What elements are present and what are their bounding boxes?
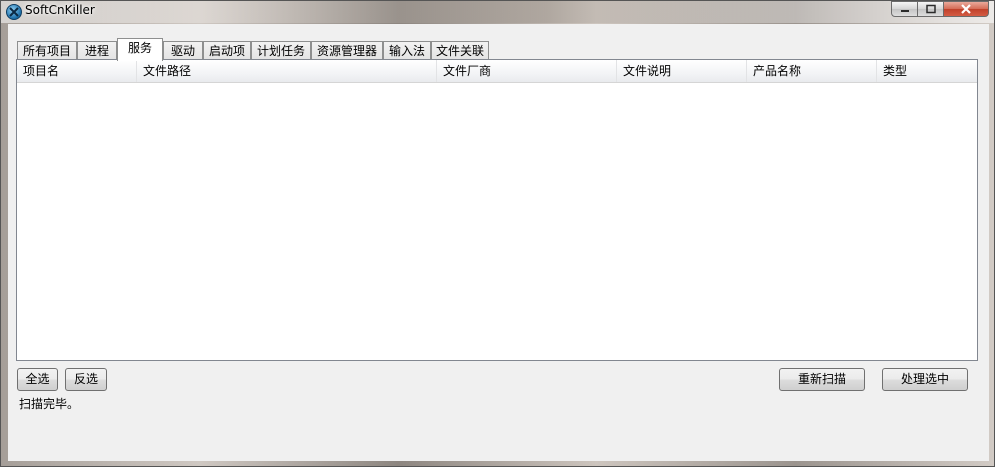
column-header-label: 文件说明	[623, 64, 672, 78]
tab-label: 所有项目	[22, 44, 71, 58]
minimize-icon	[900, 10, 909, 12]
column-header-file-vendor[interactable]: 文件厂商	[437, 60, 617, 82]
tab-label: 输入法	[388, 44, 425, 58]
tab-scheduled-tasks[interactable]: 计划任务	[251, 41, 311, 60]
client-area: 所有项目 进程 服务 驱动 启动项 计划任务 资源管理器 输入法 文件关联 项目…	[8, 24, 989, 461]
window-title: SoftCnKiller	[25, 3, 95, 17]
title-bar[interactable]: SoftCnKiller	[1, 1, 994, 23]
tab-label: 资源管理器	[316, 44, 377, 58]
tab-label: 文件关联	[435, 44, 484, 58]
app-window: SoftCnKiller 所有项目 进程 服务 驱动 启动项 计划任务 资源管理…	[0, 0, 995, 467]
tab-input-methods[interactable]: 输入法	[383, 41, 431, 60]
tab-services[interactable]: 服务	[117, 38, 163, 61]
tab-label: 启动项	[208, 44, 245, 58]
close-icon	[961, 4, 971, 14]
tab-processes[interactable]: 进程	[77, 41, 117, 60]
tab-drivers[interactable]: 驱动	[163, 41, 203, 60]
close-button[interactable]	[943, 1, 989, 17]
rescan-button[interactable]: 重新扫描	[779, 368, 865, 391]
process-selected-button[interactable]: 处理选中	[882, 368, 968, 391]
services-list[interactable]: 项目名 文件路径 文件厂商 文件说明 产品名称 类型	[16, 59, 978, 361]
tab-startup-items[interactable]: 启动项	[203, 41, 251, 60]
tab-label: 计划任务	[256, 44, 305, 58]
tab-label: 服务	[127, 41, 152, 55]
tab-file-associations[interactable]: 文件关联	[431, 41, 489, 60]
column-header-label: 文件路径	[143, 64, 192, 78]
column-header-item-name[interactable]: 项目名	[17, 60, 137, 82]
app-logo-icon	[6, 4, 22, 20]
maximize-icon	[925, 4, 936, 14]
invert-selection-button[interactable]: 反选	[65, 368, 107, 391]
column-header-label: 类型	[883, 64, 908, 78]
status-text: 扫描完毕。	[19, 397, 80, 411]
column-header-label: 产品名称	[753, 64, 802, 78]
column-header-file-path[interactable]: 文件路径	[137, 60, 437, 82]
column-header-product-name[interactable]: 产品名称	[747, 60, 877, 82]
minimize-button[interactable]	[891, 1, 918, 17]
column-header-label: 项目名	[23, 64, 60, 78]
column-header-type[interactable]: 类型	[877, 60, 977, 82]
tab-explorer[interactable]: 资源管理器	[311, 41, 383, 60]
tab-label: 驱动	[170, 44, 195, 58]
tab-all-items[interactable]: 所有项目	[17, 41, 77, 60]
column-header-file-description[interactable]: 文件说明	[617, 60, 747, 82]
tab-label: 进程	[84, 44, 109, 58]
maximize-button[interactable]	[917, 1, 944, 17]
column-header-label: 文件厂商	[443, 64, 492, 78]
list-header: 项目名 文件路径 文件厂商 文件说明 产品名称 类型	[17, 60, 977, 83]
select-all-button[interactable]: 全选	[17, 368, 58, 391]
